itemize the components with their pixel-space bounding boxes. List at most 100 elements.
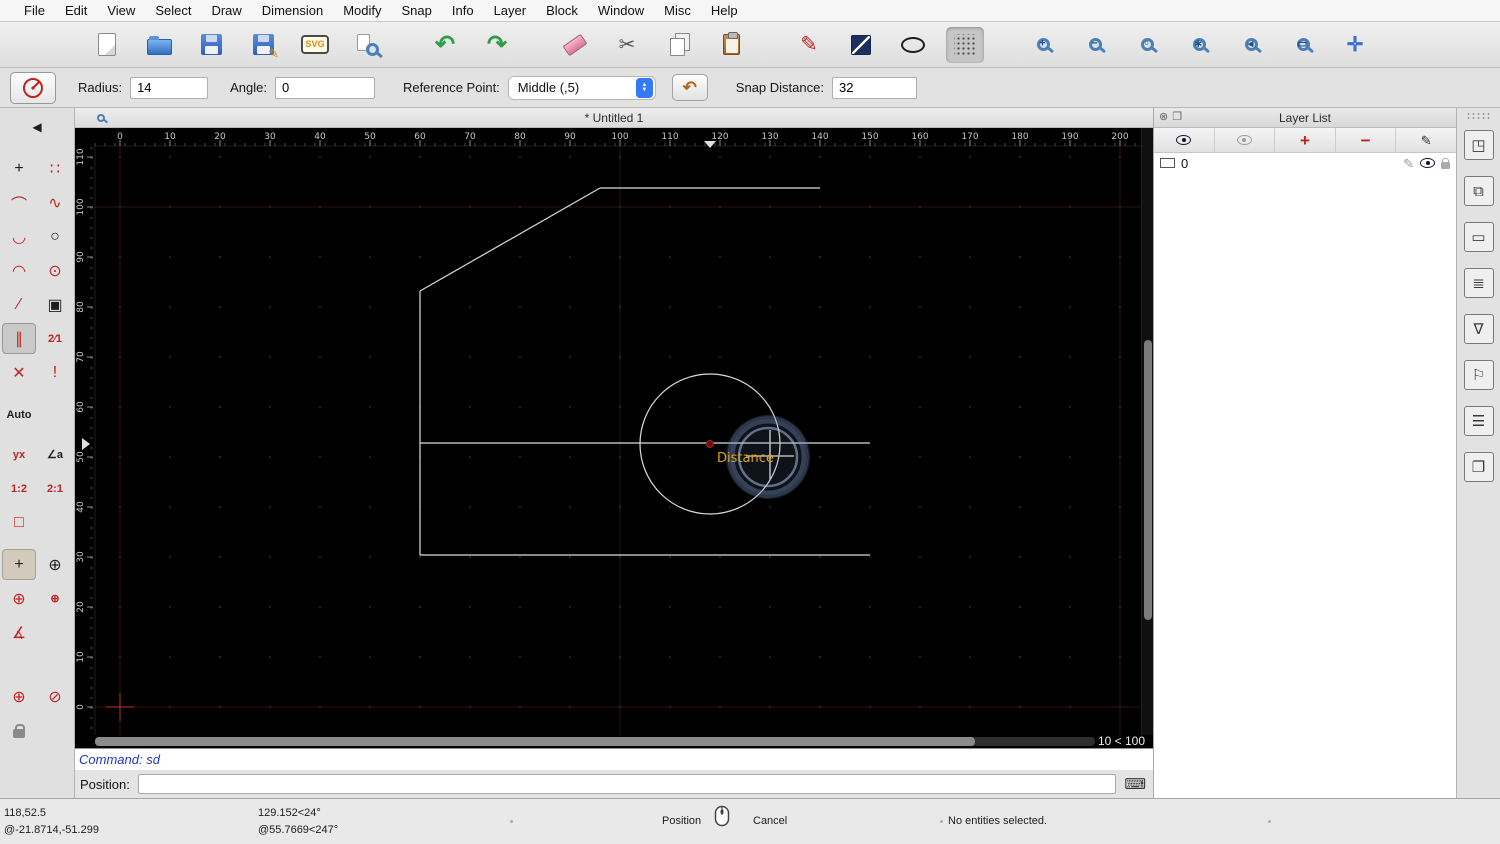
layer-row[interactable]: 0 ✎ <box>1154 153 1456 173</box>
menu-misc[interactable]: Misc <box>654 3 701 18</box>
window-icon[interactable]: ▭ <box>1463 222 1494 252</box>
snap-intersection-manual-icon[interactable]: ! <box>38 357 72 388</box>
box-corner-icon[interactable]: ◳ <box>1463 130 1494 160</box>
pen-attributes-icon[interactable]: ✎ <box>790 27 828 63</box>
menu-draw[interactable]: Draw <box>201 3 251 18</box>
funnel-icon[interactable]: ∇ <box>1463 314 1494 344</box>
zoom-previous-icon[interactable]: ◂ <box>1232 27 1270 63</box>
snap-on-entity-icon[interactable]: ∿ <box>38 187 72 218</box>
flag-icon[interactable]: ⚐ <box>1463 360 1494 390</box>
redo-icon[interactable]: ↷ <box>478 27 516 63</box>
layer-visibility-icon[interactable] <box>1420 158 1435 168</box>
menu-select[interactable]: Select <box>145 3 201 18</box>
modify-layer-icon[interactable]: ✎ <box>1396 128 1456 152</box>
snap-lock-right-icon[interactable]: ⊘ <box>38 681 72 712</box>
zoom-redraw-icon[interactable]: ∗ <box>1180 27 1218 63</box>
restrict-nothing-icon[interactable]: □ <box>2 507 36 538</box>
divide-double-icon[interactable]: 2:1 <box>38 473 72 504</box>
vertical-scrollbar-thumb[interactable] <box>1144 340 1152 620</box>
layer-lock-icon[interactable] <box>1441 157 1450 169</box>
snap-grid-icon[interactable]: ∷ <box>38 153 72 184</box>
zoom-window-icon[interactable]: ▭ <box>1284 27 1322 63</box>
zoom-auto-icon[interactable]: ▫ <box>1128 27 1166 63</box>
position-input[interactable] <box>137 774 1117 794</box>
menu-file[interactable]: File <box>14 3 55 18</box>
restore-defaults-button[interactable]: ↶ <box>671 74 708 101</box>
copy-icon[interactable] <box>660 27 698 63</box>
zoom-pan-icon[interactable]: ✛ <box>1336 27 1374 63</box>
menu-help[interactable]: Help <box>701 3 748 18</box>
snap-circle-icon[interactable]: ○ <box>38 221 72 252</box>
snap-center-icon[interactable]: ◡ <box>2 221 36 252</box>
zoom-in-icon[interactable]: + <box>1024 27 1062 63</box>
menu-window[interactable]: Window <box>588 3 654 18</box>
clipboard-icon[interactable]: ❐ <box>1463 452 1494 482</box>
dock-strip-handle[interactable] <box>1465 112 1492 120</box>
menu-modify[interactable]: Modify <box>333 3 391 18</box>
snap-lock-left-icon[interactable]: ⊕ <box>2 681 36 712</box>
circle-tool-indicator[interactable] <box>10 71 56 104</box>
snap-distance-icon[interactable]: ∥ <box>2 323 36 354</box>
restrict-xy-icon[interactable]: yx <box>2 439 36 470</box>
horizontal-scrollbar-thumb[interactable] <box>95 737 975 746</box>
command-line[interactable]: Command: sd <box>75 748 1153 770</box>
lock-relative-zero-icon[interactable]: ⊕ <box>2 583 36 614</box>
ellipse-tool-icon[interactable] <box>894 27 932 63</box>
layer-edit-icon[interactable]: ✎ <box>1403 157 1414 170</box>
delete-icon[interactable] <box>556 27 594 63</box>
add-layer-icon[interactable]: + <box>1275 128 1336 152</box>
menu-dimension[interactable]: Dimension <box>252 3 333 18</box>
snap-distance-input[interactable] <box>831 76 917 99</box>
snap-tangent-icon[interactable]: ∕ <box>2 289 36 320</box>
snap-middle-icon[interactable]: ◠ <box>2 255 36 286</box>
reference-point-select[interactable]: Middle (,5) ▲ ▼ <box>507 75 656 100</box>
vertical-scrollbar[interactable] <box>1141 128 1153 735</box>
menu-edit[interactable]: Edit <box>55 3 97 18</box>
snap-free-icon[interactable]: + <box>2 153 36 184</box>
open-file-icon[interactable] <box>140 27 178 63</box>
divide-half-icon[interactable]: 1:2 <box>2 473 36 504</box>
snap-padlock-icon[interactable] <box>2 715 36 746</box>
set-relative-zero-icon[interactable]: ⊕ <box>38 549 72 580</box>
svg-export-icon[interactable]: SVG <box>296 27 334 63</box>
snap-angle-icon[interactable]: ∠a <box>38 439 72 470</box>
menu-block[interactable]: Block <box>536 3 588 18</box>
paste-icon[interactable] <box>712 27 750 63</box>
print-preview-icon[interactable] <box>348 27 386 63</box>
drawing-canvas[interactable]: 0 10 20 30 40 50 60 70 80 90 100 110 120 130 140 150 160… <box>75 128 1141 735</box>
show-all-layers-icon[interactable] <box>1154 128 1215 152</box>
save-as-icon[interactable]: ✎ <box>244 27 282 63</box>
horizontal-scrollbar[interactable] <box>95 737 1095 746</box>
snap-intersection-icon[interactable]: ✕ <box>2 357 36 388</box>
menu-snap[interactable]: Snap <box>392 3 442 18</box>
snap-entity-select-icon[interactable]: ▣ <box>38 289 72 320</box>
snap-auto-button[interactable]: Auto <box>2 399 36 430</box>
new-file-icon[interactable] <box>88 27 126 63</box>
menu-info[interactable]: Info <box>442 3 484 18</box>
stacked-squares-icon[interactable]: ⧉ <box>1463 176 1494 206</box>
palette-back-button[interactable]: ◀ <box>2 111 72 142</box>
grid-toggle-icon[interactable] <box>946 26 984 63</box>
layer-swatch-icon[interactable] <box>1160 158 1175 168</box>
remove-layer-icon[interactable]: − <box>1336 128 1397 152</box>
menu-layer[interactable]: Layer <box>484 3 537 18</box>
snap-endpoint-icon[interactable]: ⌒ <box>2 187 36 218</box>
line-properties-icon[interactable] <box>842 27 880 63</box>
menu-view[interactable]: View <box>97 3 145 18</box>
menu-lines-icon[interactable]: ☰ <box>1463 406 1494 436</box>
document-titlebar[interactable]: * Untitled 1 <box>75 108 1153 128</box>
list-icon[interactable]: ≣ <box>1463 268 1494 298</box>
undo-icon[interactable]: ↶ <box>426 27 464 63</box>
relative-point-icon[interactable]: ⊕ <box>38 583 72 614</box>
relative-zero-icon[interactable]: + <box>2 549 36 580</box>
snap-division-icon[interactable]: 2∕1 <box>38 323 72 354</box>
angle-input[interactable] <box>274 76 375 99</box>
toggle-construction-layers-icon[interactable] <box>1215 128 1276 152</box>
keyboard-icon[interactable]: ⌨ <box>1124 777 1146 792</box>
radius-input[interactable] <box>130 76 209 99</box>
save-icon[interactable] <box>192 27 230 63</box>
cut-icon[interactable]: ✂ <box>608 27 646 63</box>
zoom-out-icon[interactable]: − <box>1076 27 1114 63</box>
snap-center-point-icon[interactable]: ⊙ <box>38 255 72 286</box>
angle-fan-icon[interactable]: ∡ <box>2 617 36 648</box>
